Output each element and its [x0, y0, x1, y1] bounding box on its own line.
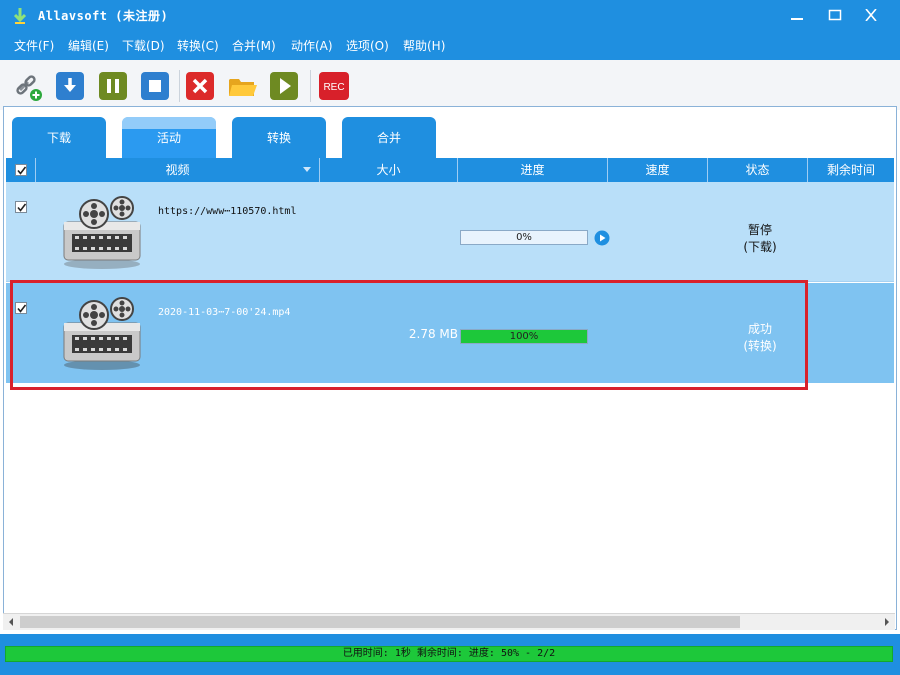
delete-button[interactable] — [186, 72, 214, 100]
chevron-right-icon — [885, 618, 889, 626]
menu-options[interactable]: 选项(O) — [346, 36, 389, 56]
scrollbar-thumb[interactable] — [20, 616, 740, 628]
checkmark-icon — [17, 166, 27, 175]
header-status[interactable]: 状态 — [708, 158, 808, 182]
window-title: Allavsoft (未注册) — [38, 9, 169, 23]
status-sub-text: (转换) — [743, 339, 777, 353]
record-button[interactable]: REC — [319, 72, 349, 100]
status-cell: 成功 (转换) — [710, 321, 810, 355]
menu-convert[interactable]: 转换(C) — [177, 36, 219, 56]
scroll-left-button[interactable] — [3, 614, 20, 630]
download-button[interactable] — [56, 72, 84, 100]
chevron-left-icon — [9, 618, 13, 626]
overall-status-text: 已用时间: 1秒 剩余时间: 进度: 50% - 2/2 — [342, 648, 556, 659]
tab-merge-label: 合并 — [376, 131, 401, 145]
paste-link-icon — [16, 75, 42, 101]
row-checkbox[interactable] — [15, 201, 27, 213]
tab-download-label: 下载 — [46, 131, 71, 145]
close-icon — [865, 9, 877, 21]
tab-convert[interactable]: 转换 — [232, 117, 326, 159]
select-all-checkbox[interactable] — [15, 164, 27, 176]
progress-text: 0% — [516, 232, 532, 243]
file-size: 2.78 MB — [408, 327, 458, 341]
toolbar-divider — [179, 70, 180, 102]
horizontal-scrollbar[interactable] — [3, 613, 895, 630]
tab-convert-label: 转换 — [266, 131, 291, 145]
record-label: REC — [323, 82, 344, 93]
file-name: 2020-11-03⋯7-00'24.mp4 — [158, 307, 291, 318]
progress-bar: 100% — [460, 329, 588, 344]
toolbar: REC — [0, 60, 900, 110]
row-checkbox[interactable] — [15, 302, 27, 314]
open-folder-button[interactable] — [228, 72, 257, 100]
video-file-icon — [63, 196, 141, 269]
tab-active-label: 活动 — [156, 131, 181, 145]
status-sub-text: (下载) — [743, 240, 777, 254]
status-text: 暂停 — [747, 223, 772, 237]
play-icon — [270, 72, 298, 100]
sort-arrow-icon — [303, 167, 311, 172]
paste-link-button[interactable] — [14, 72, 42, 101]
menu-merge[interactable]: 合并(M) — [232, 36, 276, 56]
maximize-button[interactable] — [820, 4, 850, 26]
delete-icon — [186, 72, 214, 100]
menu-edit[interactable]: 编辑(E) — [68, 36, 109, 56]
tab-merge[interactable]: 合并 — [342, 117, 436, 159]
table-row[interactable]: https://www⋯110570.html 0% 暂停 (下载) — [6, 182, 894, 282]
header-video[interactable]: 视频 — [36, 158, 320, 182]
pause-icon — [99, 72, 127, 100]
status-text: 成功 — [747, 322, 772, 336]
checkmark-icon — [17, 304, 27, 313]
pause-button[interactable] — [99, 72, 127, 100]
toolbar-divider — [310, 70, 311, 102]
tab-strip: 下载 活动 转换 合并 — [4, 107, 896, 159]
record-icon: REC — [319, 72, 349, 100]
menu-help[interactable]: 帮助(H) — [403, 36, 445, 56]
header-size[interactable]: 大小 — [320, 158, 458, 182]
header-remaining[interactable]: 剩余时间 — [808, 158, 894, 182]
content-frame: 下载 活动 转换 合并 视频 大小 进度 速度 状态 剩余时间 https://… — [3, 106, 897, 630]
table-header: 视频 大小 进度 速度 状态 剩余时间 — [6, 158, 894, 182]
tab-active[interactable]: 活动 — [122, 117, 216, 159]
download-arrow-icon — [13, 8, 27, 24]
table-row[interactable]: 2020-11-03⋯7-00'24.mp4 2.78 MB 100% 成功 (… — [6, 283, 894, 383]
resume-button[interactable] — [594, 230, 610, 246]
progress-text: 100% — [509, 331, 539, 342]
header-progress[interactable]: 进度 — [458, 158, 608, 182]
menu-download[interactable]: 下载(D) — [122, 36, 165, 56]
menu-bar: 文件(F) 编辑(E) 下载(D) 转换(C) 合并(M) 动作(A) 选项(O… — [0, 32, 900, 60]
stop-icon — [141, 72, 169, 100]
open-folder-icon — [229, 79, 257, 96]
download-icon — [56, 72, 84, 100]
start-button[interactable] — [270, 72, 298, 100]
progress-bar: 0% — [460, 230, 588, 245]
header-select-all — [6, 158, 36, 182]
video-file-icon — [63, 297, 141, 370]
title-bar: Allavsoft (未注册) — [0, 0, 900, 32]
stop-button[interactable] — [141, 72, 169, 100]
status-bar: 已用时间: 1秒 剩余时间: 进度: 50% - 2/2 — [0, 634, 900, 675]
menu-file[interactable]: 文件(F) — [14, 36, 54, 56]
header-video-label: 视频 — [165, 163, 190, 177]
overall-progress-bar: 已用时间: 1秒 剩余时间: 进度: 50% - 2/2 — [5, 646, 893, 662]
minimize-button[interactable] — [782, 4, 812, 26]
file-name: https://www⋯110570.html — [158, 206, 297, 217]
maximize-icon — [828, 9, 842, 21]
menu-action[interactable]: 动作(A) — [291, 36, 333, 56]
tab-download[interactable]: 下载 — [12, 117, 106, 159]
header-speed[interactable]: 速度 — [608, 158, 708, 182]
checkmark-icon — [17, 203, 27, 212]
close-button[interactable] — [856, 4, 886, 26]
status-cell: 暂停 (下载) — [710, 222, 810, 256]
minimize-icon — [791, 18, 803, 20]
scroll-right-button[interactable] — [878, 614, 895, 630]
